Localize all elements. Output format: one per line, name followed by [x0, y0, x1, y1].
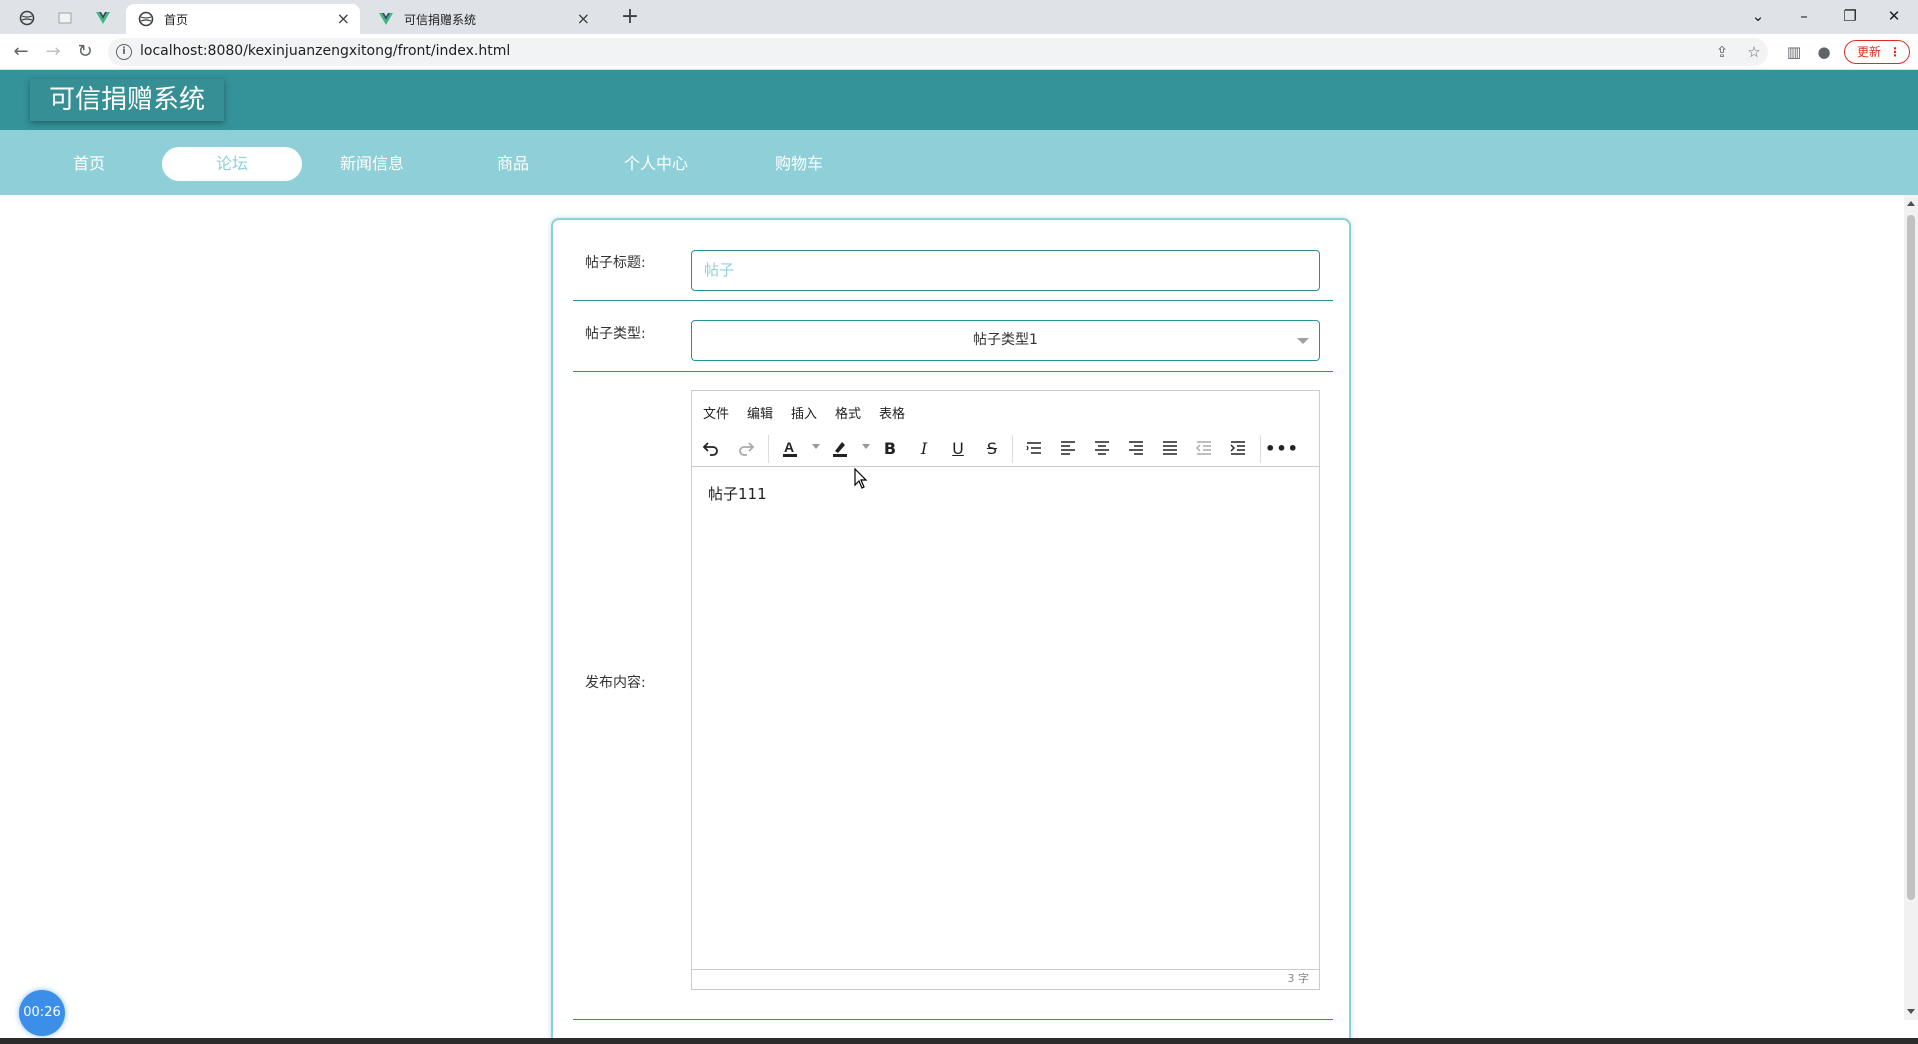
toolbar-divider [768, 435, 769, 463]
restore-button[interactable]: ❐ [1830, 4, 1870, 28]
url-text[interactable]: localhost:8080/kexinjuanzengxitong/front… [140, 43, 510, 59]
menu-format[interactable]: 格式 [835, 403, 861, 422]
site-logo-title[interactable]: 可信捐赠系统 [30, 79, 224, 121]
profile-avatar-icon[interactable]: ● [1814, 42, 1834, 62]
chevron-down-icon [1297, 338, 1309, 344]
update-button[interactable]: 更新 ⋮ [1844, 40, 1910, 64]
align-left-icon[interactable] [1054, 435, 1082, 461]
share-icon[interactable]: ⇪ [1712, 42, 1732, 62]
undo-icon[interactable] [697, 435, 725, 461]
close-window-button[interactable]: ✕ [1874, 4, 1914, 28]
nav-item-products[interactable]: 商品 [443, 147, 583, 181]
back-arrow-icon[interactable]: ← [8, 40, 34, 64]
underline-icon[interactable]: U [944, 435, 972, 461]
nav-item-news[interactable]: 新闻信息 [302, 147, 442, 181]
vue-logo-icon [378, 11, 394, 27]
address-bar[interactable]: i localhost:8080/kexinjuanzengxitong/fro… [108, 38, 1768, 66]
chevron-down-icon[interactable] [812, 444, 820, 449]
italic-icon[interactable]: I [910, 435, 938, 461]
tab-search-icon[interactable]: ⌄ [1738, 4, 1778, 28]
nav-item-forum[interactable]: 论坛 [162, 147, 302, 181]
align-center-icon[interactable] [1088, 435, 1116, 461]
strikethrough-icon[interactable]: S [978, 435, 1006, 461]
menu-file[interactable]: 文件 [703, 403, 729, 422]
pinned-tab-globe[interactable] [10, 5, 44, 31]
chevron-down-icon[interactable] [862, 444, 870, 449]
site-header: 可信捐赠系统 [0, 70, 1918, 130]
globe-icon [19, 10, 35, 26]
menu-table[interactable]: 表格 [879, 403, 905, 422]
close-tab-icon[interactable]: × [337, 11, 350, 27]
toolbar-divider [1260, 435, 1261, 463]
vue-logo-icon [96, 12, 110, 24]
rich-text-editor: 文件 编辑 插入 格式 表格 A B I U S ••• 帖子111 3 字 [691, 390, 1320, 990]
update-label: 更新 [1857, 45, 1882, 59]
bold-icon[interactable]: B [876, 435, 904, 461]
align-right-icon[interactable] [1122, 435, 1150, 461]
align-justify-icon[interactable] [1156, 435, 1184, 461]
taskbar-edge [0, 1038, 1918, 1044]
menu-insert[interactable]: 插入 [791, 403, 817, 422]
browser-toolbar: ← → ↻ i localhost:8080/kexinjuanzengxito… [0, 34, 1918, 70]
post-title-input[interactable]: 帖子 [691, 250, 1320, 291]
nav-item-personal-center[interactable]: 个人中心 [586, 147, 726, 181]
pinned-tab-blank[interactable] [48, 5, 82, 31]
page-scrollbar[interactable] [1904, 195, 1918, 1020]
tab-homepage[interactable]: 首页 × [126, 4, 360, 34]
svg-text:A: A [784, 439, 794, 455]
side-panel-icon[interactable]: ▥ [1784, 42, 1804, 62]
editor-content-area[interactable]: 帖子111 [692, 467, 1319, 967]
post-form: 帖子标题: 帖子 帖子类型: 帖子类型1 发布内容: 文件 编辑 插入 格式 表… [551, 218, 1351, 1044]
tab-title: 可信捐赠系统 [404, 12, 477, 27]
more-menu-icon: ⋮ [1889, 45, 1901, 59]
post-type-select[interactable]: 帖子类型1 [691, 320, 1320, 361]
browser-tab-strip: 首页 × 可信捐赠系统 × + ⌄ – ❐ ✕ [0, 0, 1918, 34]
main-nav: 首页 论坛 新闻信息 商品 个人中心 购物车 [0, 130, 1918, 195]
post-type-value: 帖子类型1 [973, 332, 1038, 348]
forward-arrow-icon[interactable]: → [40, 40, 66, 64]
bookmark-star-icon[interactable]: ☆ [1744, 42, 1764, 62]
menu-edit[interactable]: 编辑 [747, 403, 773, 422]
page-icon [58, 12, 72, 24]
outdent-icon[interactable] [1190, 435, 1218, 461]
new-tab-button[interactable]: + [616, 5, 644, 31]
highlight-color-icon[interactable] [826, 435, 854, 461]
scroll-up-arrow-icon[interactable] [1907, 201, 1915, 206]
tab-donation-system[interactable]: 可信捐赠系统 × [366, 4, 600, 34]
recording-timer-badge[interactable]: 00:26 [19, 990, 65, 1036]
site-info-icon[interactable]: i [116, 44, 132, 60]
minimize-button[interactable]: – [1784, 4, 1824, 28]
nav-item-home[interactable]: 首页 [19, 147, 159, 181]
more-options-icon[interactable]: ••• [1265, 435, 1298, 461]
editor-toolbar: A B I U S ••• [692, 429, 1319, 467]
globe-icon [138, 11, 154, 27]
indent-icon[interactable] [1224, 435, 1252, 461]
editor-menubar: 文件 编辑 插入 格式 表格 [692, 391, 1319, 429]
toolbar-divider [1012, 435, 1013, 463]
title-label: 帖子标题: [585, 255, 646, 271]
editor-paragraph: 帖子111 [708, 485, 767, 503]
word-count: 3 字 [1287, 972, 1310, 985]
nav-item-cart[interactable]: 购物车 [729, 147, 869, 181]
reload-icon[interactable]: ↻ [72, 40, 98, 64]
type-label: 帖子类型: [585, 326, 646, 342]
mouse-cursor-icon [854, 468, 868, 489]
editor-statusbar: 3 字 [692, 969, 1319, 989]
line-height-icon[interactable] [1020, 435, 1048, 461]
close-tab-icon[interactable]: × [577, 11, 590, 27]
scrollbar-thumb[interactable] [1907, 215, 1915, 900]
scroll-down-arrow-icon[interactable] [1907, 1009, 1915, 1014]
redo-icon[interactable] [732, 435, 760, 461]
text-color-icon[interactable]: A [776, 435, 804, 461]
content-label: 发布内容: [585, 675, 646, 691]
pinned-tab-vue[interactable] [86, 5, 120, 31]
tab-title: 首页 [164, 12, 189, 27]
